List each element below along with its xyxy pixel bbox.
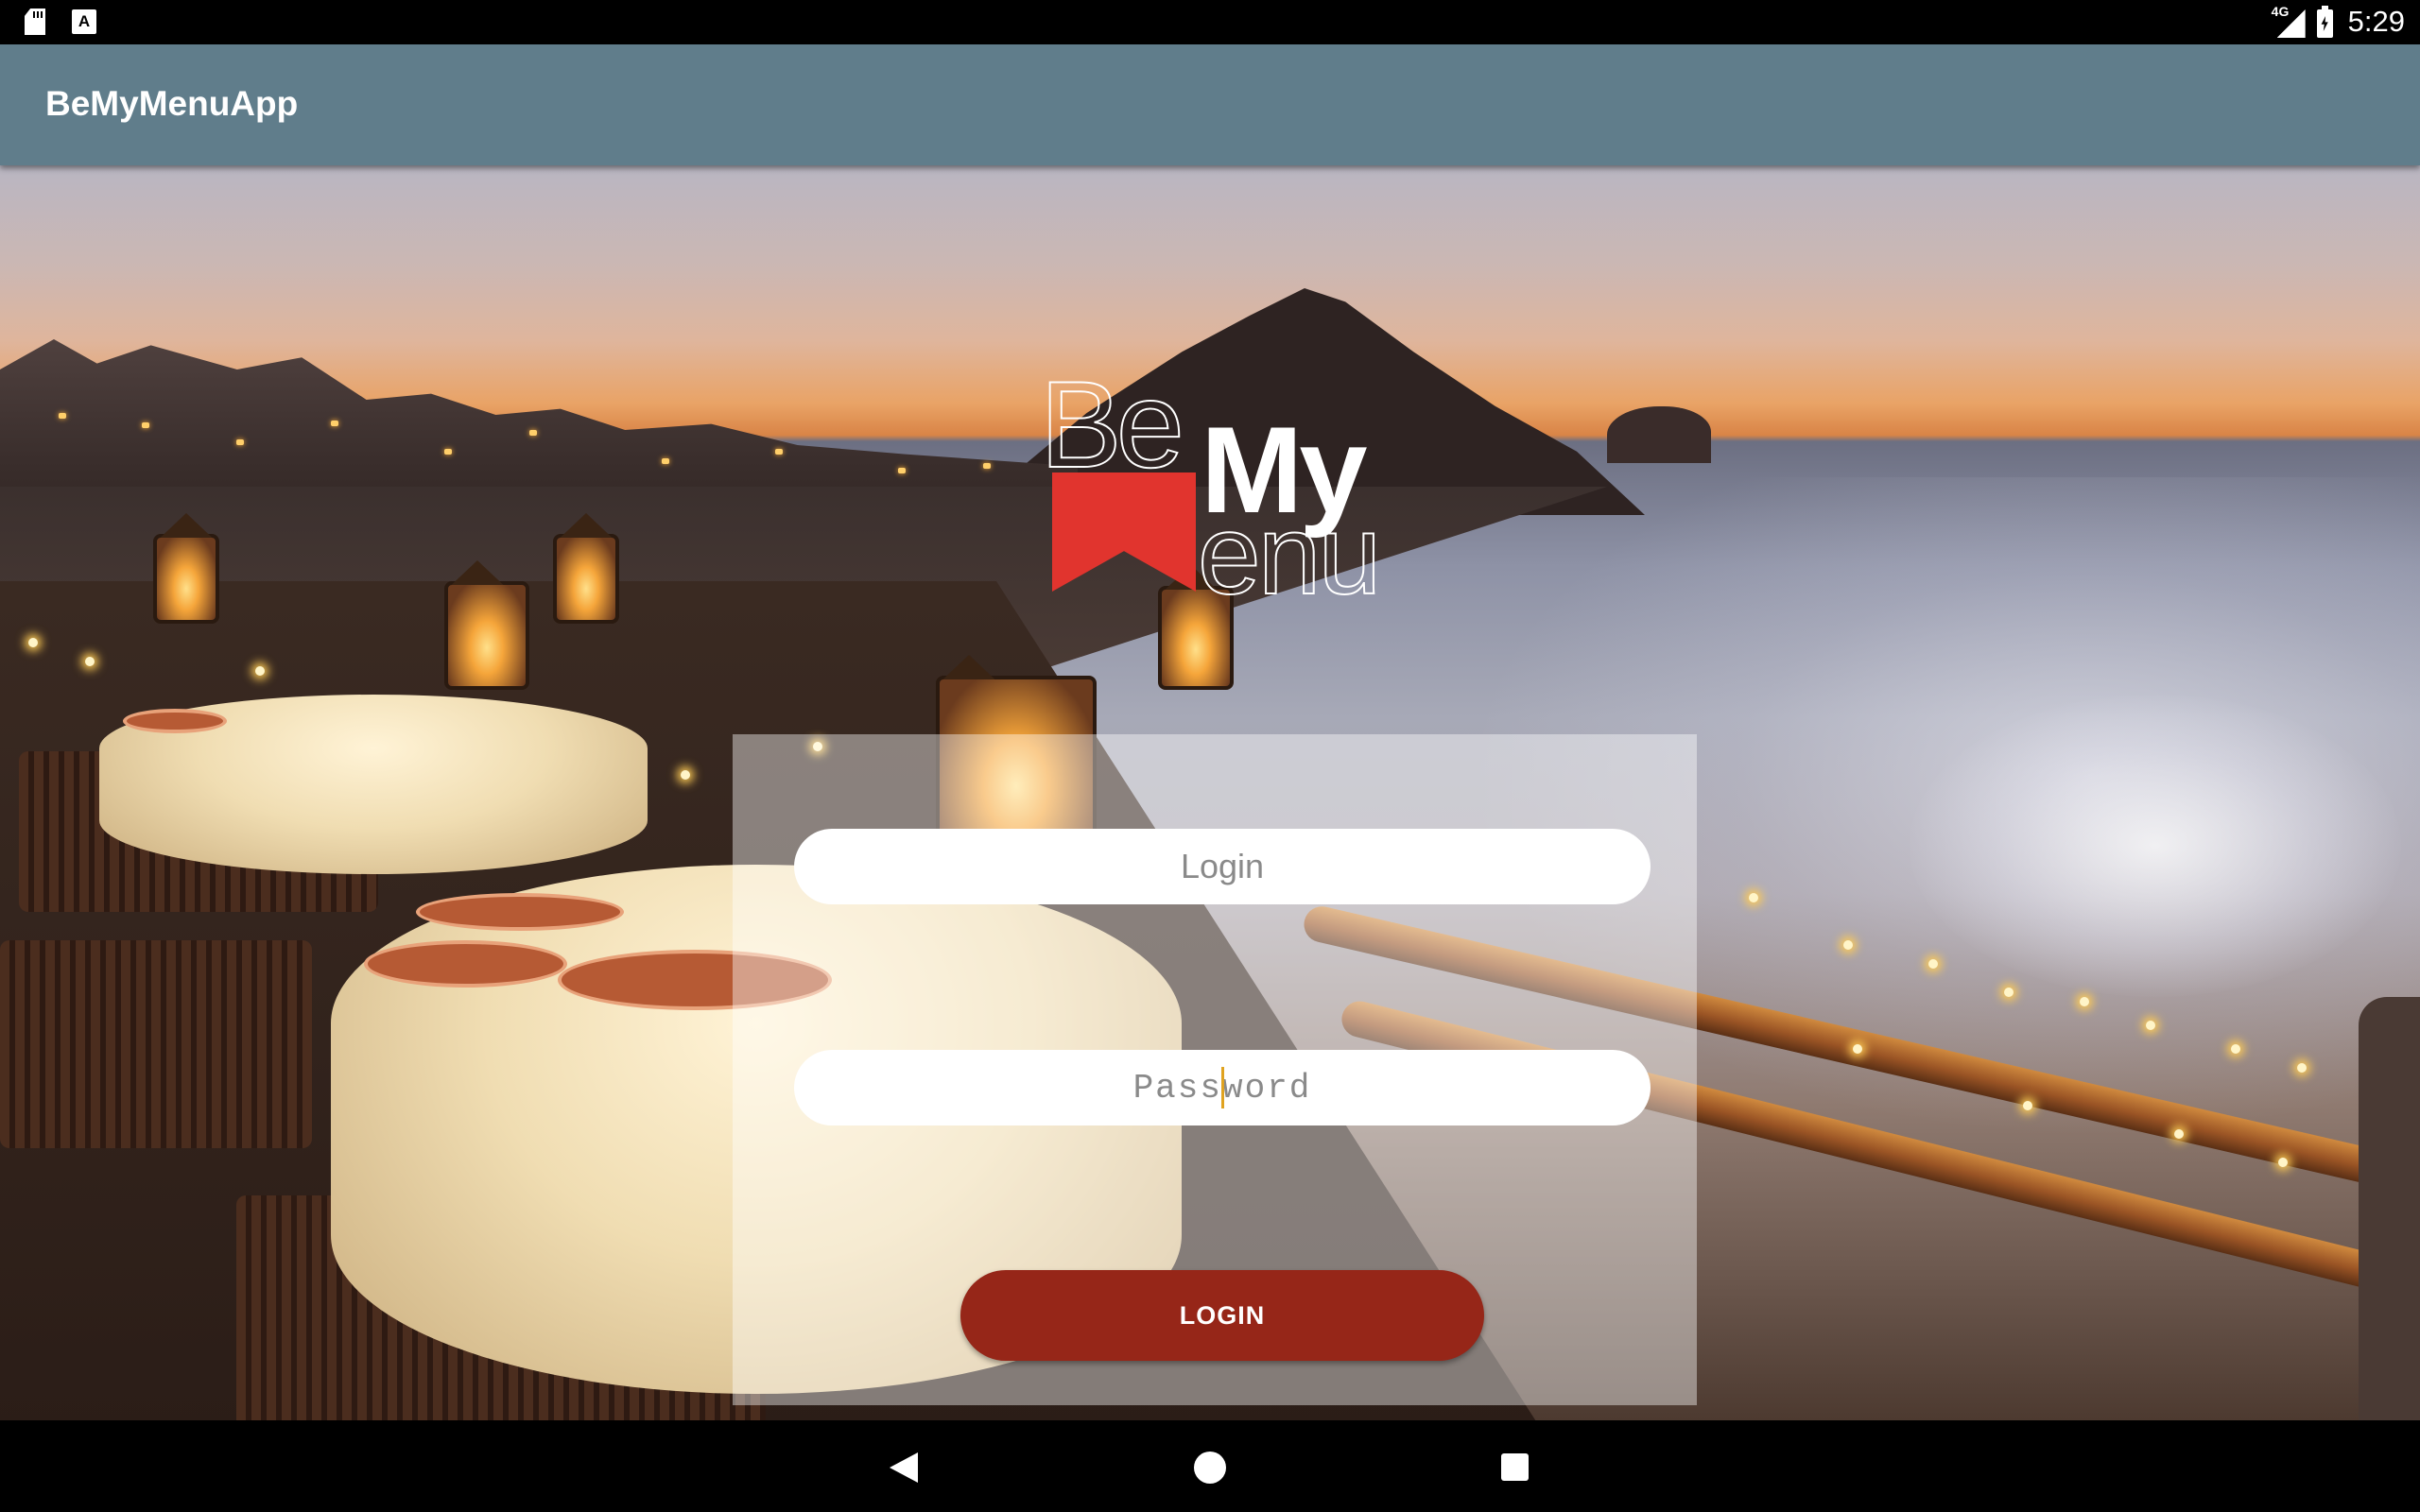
- city-light: [529, 430, 537, 436]
- city-light: [59, 413, 66, 419]
- login-button[interactable]: LOGIN: [960, 1270, 1484, 1361]
- fairy-light: [1749, 893, 1758, 902]
- railing-post: [2359, 997, 2420, 1420]
- fairy-light: [2231, 1044, 2240, 1054]
- lantern: [553, 534, 619, 624]
- fairy-light: [2004, 988, 2014, 997]
- app-bar: BeMyMenuApp: [0, 44, 2420, 165]
- accessibility-a-icon: A: [72, 9, 96, 34]
- login-input[interactable]: [794, 829, 1651, 904]
- city-light: [983, 463, 991, 469]
- city-light: [142, 422, 149, 428]
- network-type-label: 4G: [2271, 4, 2290, 19]
- surf-spray: [1910, 695, 2401, 997]
- fairy-light: [2146, 1021, 2155, 1030]
- screen: A 4G 5:29 BeMyMenuApp Be My enu Login LO…: [0, 0, 2420, 1512]
- battery-charging-icon: [2316, 6, 2333, 38]
- status-left: A: [25, 9, 96, 35]
- fairy-light: [2080, 997, 2089, 1006]
- fairy-light: [85, 657, 95, 666]
- rock-island: [1607, 406, 1711, 463]
- app-title: BeMyMenuApp: [45, 84, 299, 123]
- fairy-light: [681, 770, 690, 780]
- lantern: [153, 534, 219, 624]
- password-input[interactable]: [794, 1050, 1651, 1125]
- sd-card-icon: [25, 9, 45, 35]
- bemymenu-logo: Be My enu: [1039, 354, 1418, 619]
- lantern: [444, 581, 529, 690]
- navigation-bar: [0, 1420, 2420, 1512]
- city-light: [444, 449, 452, 455]
- fairy-light: [28, 638, 38, 647]
- city-light: [662, 458, 669, 464]
- fairy-light: [1843, 940, 1853, 950]
- city-light: [775, 449, 783, 455]
- recents-icon[interactable]: [1501, 1453, 1529, 1481]
- plate: [123, 709, 227, 733]
- signal-indicator: 4G: [2271, 4, 2306, 38]
- back-icon[interactable]: [890, 1452, 918, 1483]
- fairy-light: [255, 666, 265, 676]
- fairy-light: [1853, 1044, 1862, 1054]
- city-light: [331, 421, 338, 426]
- status-right: 4G 5:29: [2271, 4, 2405, 39]
- chair: [0, 940, 312, 1148]
- logo-enu-text: enu: [1197, 490, 1382, 619]
- login-panel: LOGIN: [733, 734, 1697, 1405]
- plate: [416, 893, 624, 931]
- home-icon[interactable]: [1194, 1452, 1226, 1484]
- fairy-light: [2174, 1129, 2184, 1139]
- status-bar: A 4G 5:29: [0, 0, 2420, 44]
- plate: [364, 940, 567, 988]
- fairy-light: [2297, 1063, 2307, 1073]
- city-light: [898, 468, 906, 473]
- logo-m-ribbon-icon: [1052, 472, 1196, 592]
- city-light: [236, 439, 244, 445]
- fairy-light: [2278, 1158, 2288, 1167]
- fairy-light: [1928, 959, 1938, 969]
- fairy-light: [2023, 1101, 2032, 1110]
- clock: 5:29: [2347, 5, 2405, 38]
